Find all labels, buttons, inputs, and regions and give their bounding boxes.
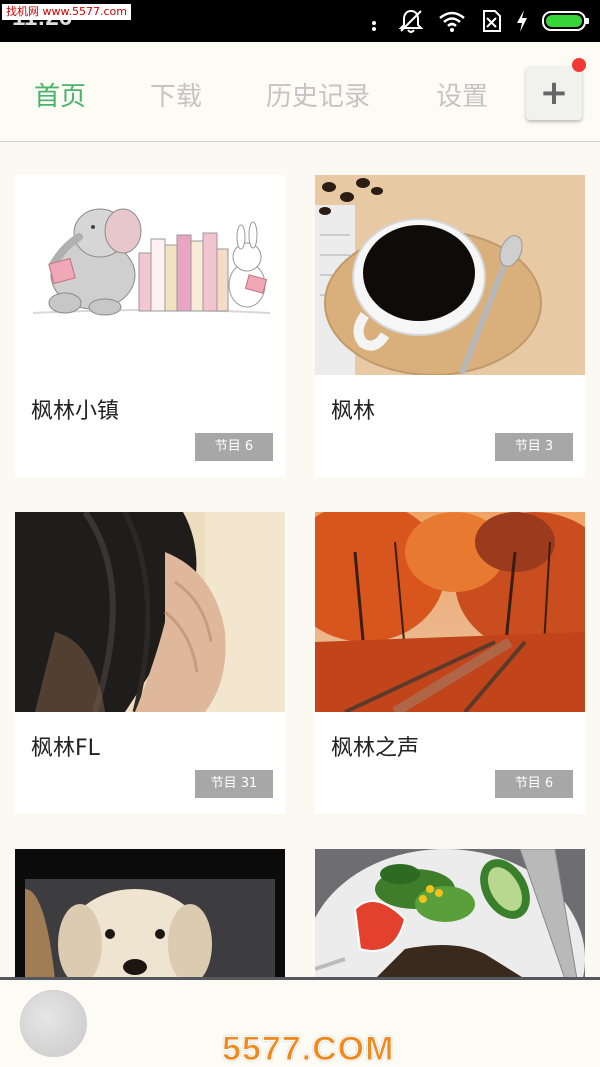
program-count-badge: 节目 3 xyxy=(495,433,573,461)
no-sim-icon xyxy=(483,10,501,32)
battery-icon xyxy=(542,11,589,31)
tab-home[interactable]: 首页 xyxy=(34,76,86,113)
status-icons xyxy=(364,8,590,34)
wifi-icon xyxy=(439,11,465,32)
now-playing-avatar[interactable] xyxy=(20,990,87,1057)
card-image-autumn-railway xyxy=(315,512,585,712)
card-title: 枫林FL xyxy=(31,736,100,761)
channel-card[interactable]: 枫林之声 节目 6 xyxy=(315,512,585,814)
watermark-bottom: 5577.COM xyxy=(222,1030,395,1067)
watermark-top: 找机网 www.5577.com xyxy=(2,4,131,20)
channel-card[interactable]: 枫林FL 节目 31 xyxy=(15,512,285,814)
channel-card[interactable] xyxy=(15,849,285,979)
card-image-elephant-bunny xyxy=(15,175,285,375)
card-title: 枫林小镇 xyxy=(31,399,120,424)
card-image-puppy xyxy=(15,849,285,979)
card-image-coffee xyxy=(315,175,585,375)
card-title: 枫林 xyxy=(331,399,376,424)
plus-icon: + xyxy=(539,73,569,113)
card-image-woman xyxy=(15,512,285,712)
mute-icon xyxy=(398,9,424,33)
more-dots-icon xyxy=(372,15,376,31)
charging-icon xyxy=(517,10,527,32)
card-title: 枫林之声 xyxy=(331,736,420,761)
notification-dot xyxy=(572,58,586,72)
tab-settings[interactable]: 设置 xyxy=(436,76,488,113)
program-count-badge: 节目 6 xyxy=(195,433,273,461)
program-count-badge: 节目 31 xyxy=(195,770,273,798)
program-count-badge: 节目 6 xyxy=(495,770,573,798)
add-button[interactable]: + xyxy=(526,66,582,120)
tab-download[interactable]: 下载 xyxy=(150,76,202,113)
channel-card[interactable] xyxy=(315,849,585,979)
tab-bar: 首页 下载 历史记录 设置 + xyxy=(0,42,600,142)
channel-card[interactable]: 枫林小镇 节目 6 xyxy=(15,175,285,477)
status-bar: 11:26 找机网 www.5577.com xyxy=(0,0,600,42)
card-image-steak-salad xyxy=(315,849,585,979)
channel-card[interactable]: 枫林 节目 3 xyxy=(315,175,585,477)
tab-history[interactable]: 历史记录 xyxy=(266,76,370,113)
